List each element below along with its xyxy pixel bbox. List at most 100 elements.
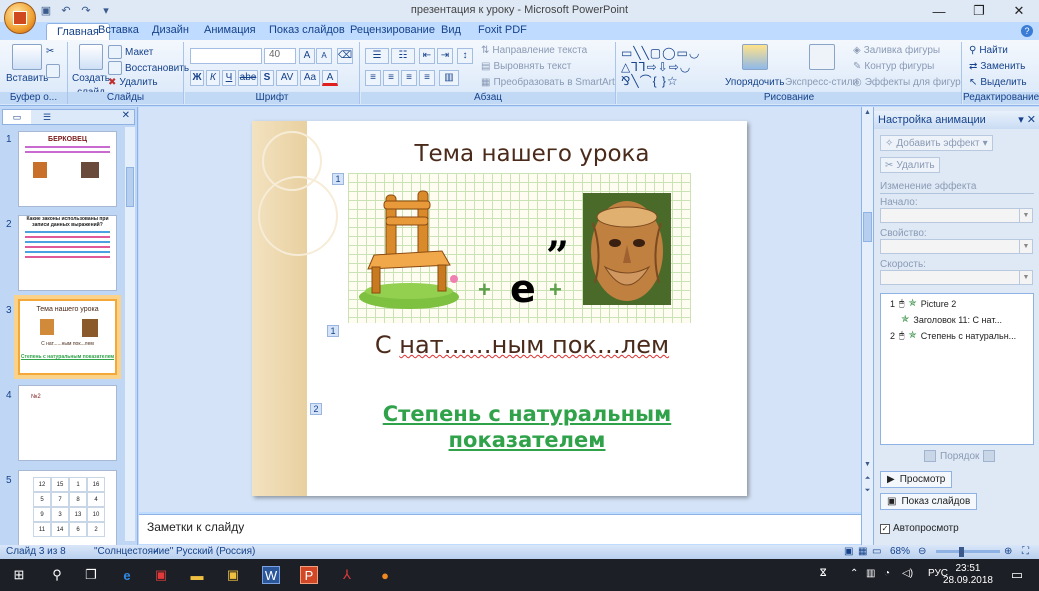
language-indicator[interactable]: Русский (Россия) bbox=[176, 546, 255, 557]
animation-tag[interactable]: 2 bbox=[310, 403, 322, 415]
rebus-text[interactable]: С нат……ным пок…лем bbox=[352, 331, 692, 359]
animation-item[interactable]: ✯ Заголовок 11: С нат... bbox=[901, 314, 1002, 325]
tray-chevron-icon[interactable]: ⌃ bbox=[850, 568, 858, 579]
slideshow-button[interactable]: ▣ Показ слайдов bbox=[880, 493, 978, 510]
answer-text[interactable]: Степень с натуральным показателем bbox=[367, 401, 687, 453]
line-spacing-button[interactable]: ↕ bbox=[457, 48, 473, 64]
add-effect-button[interactable]: ✧ Добавить эффект ▾ bbox=[880, 135, 993, 151]
sorter-view-icon[interactable]: ▦ bbox=[858, 546, 867, 557]
char-spacing-button[interactable]: AV bbox=[276, 70, 298, 86]
network-icon[interactable]: ▥ bbox=[866, 568, 875, 579]
slide-thumbnail-3[interactable]: Тема нашего урока С нат......ным пок...л… bbox=[14, 295, 121, 379]
shadow-button[interactable]: S bbox=[260, 70, 274, 86]
animation-list[interactable]: 1 🖱 ✯ Picture 2 ✯ Заголовок 11: С нат...… bbox=[880, 293, 1034, 445]
zoom-out-icon[interactable]: ⊖ bbox=[918, 546, 926, 557]
decrease-indent-button[interactable]: ⇤ bbox=[419, 48, 435, 64]
move-down-icon[interactable] bbox=[983, 450, 996, 462]
clock[interactable]: 23:51 28.09.2018 bbox=[943, 563, 993, 587]
help-icon[interactable]: ? bbox=[1021, 25, 1033, 37]
tab-slideshow[interactable]: Показ слайдов bbox=[269, 24, 345, 40]
font-name-combo[interactable] bbox=[190, 48, 262, 64]
bold-button[interactable]: Ж bbox=[190, 70, 204, 86]
next-slide-icon[interactable]: ⏷ bbox=[862, 487, 873, 498]
tab-design[interactable]: Дизайн bbox=[152, 24, 189, 40]
shapes-gallery[interactable]: ▭╲╲▢◯▭◡ △⅂⅂⇨⇩⇨◡ ⅋╲⌒{ }☆ bbox=[621, 46, 721, 90]
grow-font-button[interactable]: A bbox=[299, 48, 315, 64]
tab-foxit-pdf[interactable]: Foxit PDF bbox=[478, 24, 527, 40]
rebus-picture[interactable]: ” + е + bbox=[348, 173, 691, 323]
paste-button[interactable]: Вставить bbox=[6, 44, 48, 84]
wifi-icon[interactable]: ◔ bbox=[884, 568, 890, 579]
clear-format-button[interactable]: ⌫ bbox=[337, 48, 353, 64]
slide-thumbnail-1[interactable]: БЕРКОВЕЦ bbox=[18, 131, 117, 207]
notifications-icon[interactable]: ▭ bbox=[1008, 566, 1026, 584]
align-left-button[interactable]: ≡ bbox=[365, 70, 381, 86]
font-color-button[interactable]: A bbox=[322, 70, 338, 86]
shape-effects-button[interactable]: ◎ Эффекты для фигур bbox=[853, 77, 961, 88]
shrink-font-button[interactable]: A bbox=[316, 48, 332, 64]
justify-button[interactable]: ≡ bbox=[419, 70, 435, 86]
columns-button[interactable]: ▥ bbox=[439, 70, 459, 86]
arrange-button[interactable]: Упорядочить bbox=[725, 44, 785, 88]
smartart-button[interactable]: ▦ Преобразовать в SmartArt bbox=[481, 77, 615, 88]
copy-button[interactable] bbox=[46, 64, 60, 78]
shape-fill-button[interactable]: ◈ Заливка фигуры bbox=[853, 45, 940, 56]
normal-view-icon[interactable]: ▣ bbox=[844, 546, 853, 557]
animation-item[interactable]: 1 🖱 ✯ Picture 2 bbox=[881, 298, 956, 309]
remove-effect-button[interactable]: ✂ Удалить bbox=[880, 157, 940, 173]
tab-review[interactable]: Рецензирование bbox=[350, 24, 435, 40]
italic-button[interactable]: К bbox=[206, 70, 220, 86]
reading-view-icon[interactable]: ▭ bbox=[872, 546, 881, 557]
prev-slide-icon[interactable]: ⏶ bbox=[862, 475, 873, 486]
panel-scroll-thumb[interactable] bbox=[126, 167, 134, 207]
current-slide[interactable]: Тема нашего урока 1 ” + е + 1 С нат……ным… bbox=[252, 121, 747, 496]
zoom-in-icon[interactable]: ⊕ bbox=[1004, 546, 1012, 557]
pane-close-icon[interactable]: ▾ ✕ bbox=[1018, 113, 1036, 126]
move-up-icon[interactable] bbox=[924, 450, 936, 462]
property-combo[interactable]: ▼ bbox=[880, 239, 1033, 254]
increase-indent-button[interactable]: ⇥ bbox=[437, 48, 453, 64]
cut-button[interactable]: ✂ bbox=[46, 46, 54, 57]
select-button[interactable]: ↖ Выделить bbox=[969, 77, 1027, 88]
pdf-reader-icon[interactable]: ⅄ bbox=[338, 566, 356, 584]
tab-view[interactable]: Вид bbox=[441, 24, 461, 40]
slide-title[interactable]: Тема нашего урока bbox=[382, 141, 682, 167]
powerpoint-icon[interactable]: P bbox=[300, 566, 318, 584]
delete-slide-button[interactable]: ✖ Удалить bbox=[108, 77, 158, 88]
reset-button[interactable]: Восстановить bbox=[108, 61, 189, 75]
animation-tag[interactable]: 1 bbox=[327, 325, 339, 337]
slide-scrollbar[interactable]: ▲ ▼ ⏶ ⏷ bbox=[861, 107, 873, 545]
search-icon[interactable]: ⚲ bbox=[48, 566, 66, 584]
shape-outline-button[interactable]: ✎ Контур фигуры bbox=[853, 61, 934, 72]
autopreview-checkbox[interactable]: ✓ Автопросмотр bbox=[880, 523, 959, 534]
spellcheck-icon[interactable]: ✓ bbox=[152, 546, 160, 557]
file-explorer-icon[interactable]: ▬ bbox=[188, 566, 206, 584]
start-combo[interactable]: ▼ bbox=[880, 208, 1033, 223]
new-slide-button[interactable]: Создать слайд bbox=[72, 44, 110, 98]
tab-animation[interactable]: Анимация bbox=[204, 24, 256, 40]
store-icon[interactable]: ▣ bbox=[224, 566, 242, 584]
zoom-slider[interactable] bbox=[936, 550, 1000, 553]
bullets-button[interactable]: ☰ bbox=[365, 48, 389, 64]
minimize-button[interactable]: — bbox=[919, 0, 959, 22]
replace-button[interactable]: ⇄ Заменить bbox=[969, 61, 1025, 72]
maximize-button[interactable]: ❐ bbox=[959, 0, 999, 22]
zoom-level[interactable]: 68% bbox=[890, 546, 910, 557]
text-direction-button[interactable]: ⇅ Направление текста bbox=[481, 45, 587, 56]
panel-scrollbar[interactable] bbox=[125, 127, 135, 541]
align-right-button[interactable]: ≡ bbox=[401, 70, 417, 86]
volume-icon[interactable]: ◁) bbox=[902, 568, 913, 579]
align-center-button[interactable]: ≡ bbox=[383, 70, 399, 86]
firefox-icon[interactable]: ● bbox=[376, 566, 394, 584]
strikethrough-button[interactable]: abe bbox=[238, 70, 258, 86]
font-size-combo[interactable]: 40 bbox=[264, 48, 296, 64]
quick-styles-button[interactable]: Экспресс-стили bbox=[785, 44, 858, 88]
task-view-icon[interactable]: ❐ bbox=[82, 566, 100, 584]
word-icon[interactable]: W bbox=[262, 566, 280, 584]
fit-window-icon[interactable]: ⛶ bbox=[1022, 546, 1029, 557]
slide-thumbnail-4[interactable]: №2 bbox=[18, 385, 117, 461]
people-icon[interactable]: ⴵ bbox=[820, 568, 826, 579]
edge-browser-icon[interactable]: e bbox=[118, 566, 136, 584]
tab-outline-view[interactable]: ☰ bbox=[33, 110, 61, 124]
play-button[interactable]: ▶ Просмотр bbox=[880, 471, 953, 488]
